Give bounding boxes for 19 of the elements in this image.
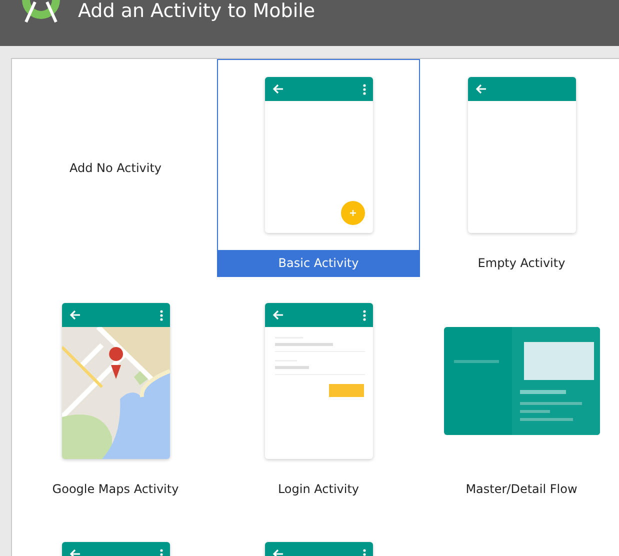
template-name: Basic Activity — [218, 250, 419, 276]
window-title: Add an Activity to Mobile — [78, 0, 316, 22]
template-name: Master/Detail Flow — [464, 481, 578, 498]
template-tile[interactable]: Empty Activity — [420, 59, 619, 277]
template-name: Empty Activity — [476, 255, 566, 272]
template-tile[interactable]: Login Activity — [217, 285, 420, 503]
back-arrow-icon — [272, 310, 284, 320]
back-arrow-icon — [70, 549, 80, 556]
back-arrow-icon — [70, 310, 80, 320]
back-arrow-icon — [272, 84, 284, 94]
add-fab-icon — [340, 201, 364, 225]
template-tile[interactable]: Google Maps Activity — [14, 285, 217, 503]
template-tile[interactable]: Add No Activity — [14, 59, 217, 277]
back-arrow-icon — [272, 549, 284, 556]
template-tile[interactable]: Master/Detail Flow — [420, 285, 619, 503]
template-name: Login Activity — [276, 481, 360, 498]
back-arrow-icon — [476, 84, 486, 94]
template-tile[interactable]: Basic Activity — [217, 59, 420, 277]
template-name: Google Maps Activity — [51, 481, 180, 498]
